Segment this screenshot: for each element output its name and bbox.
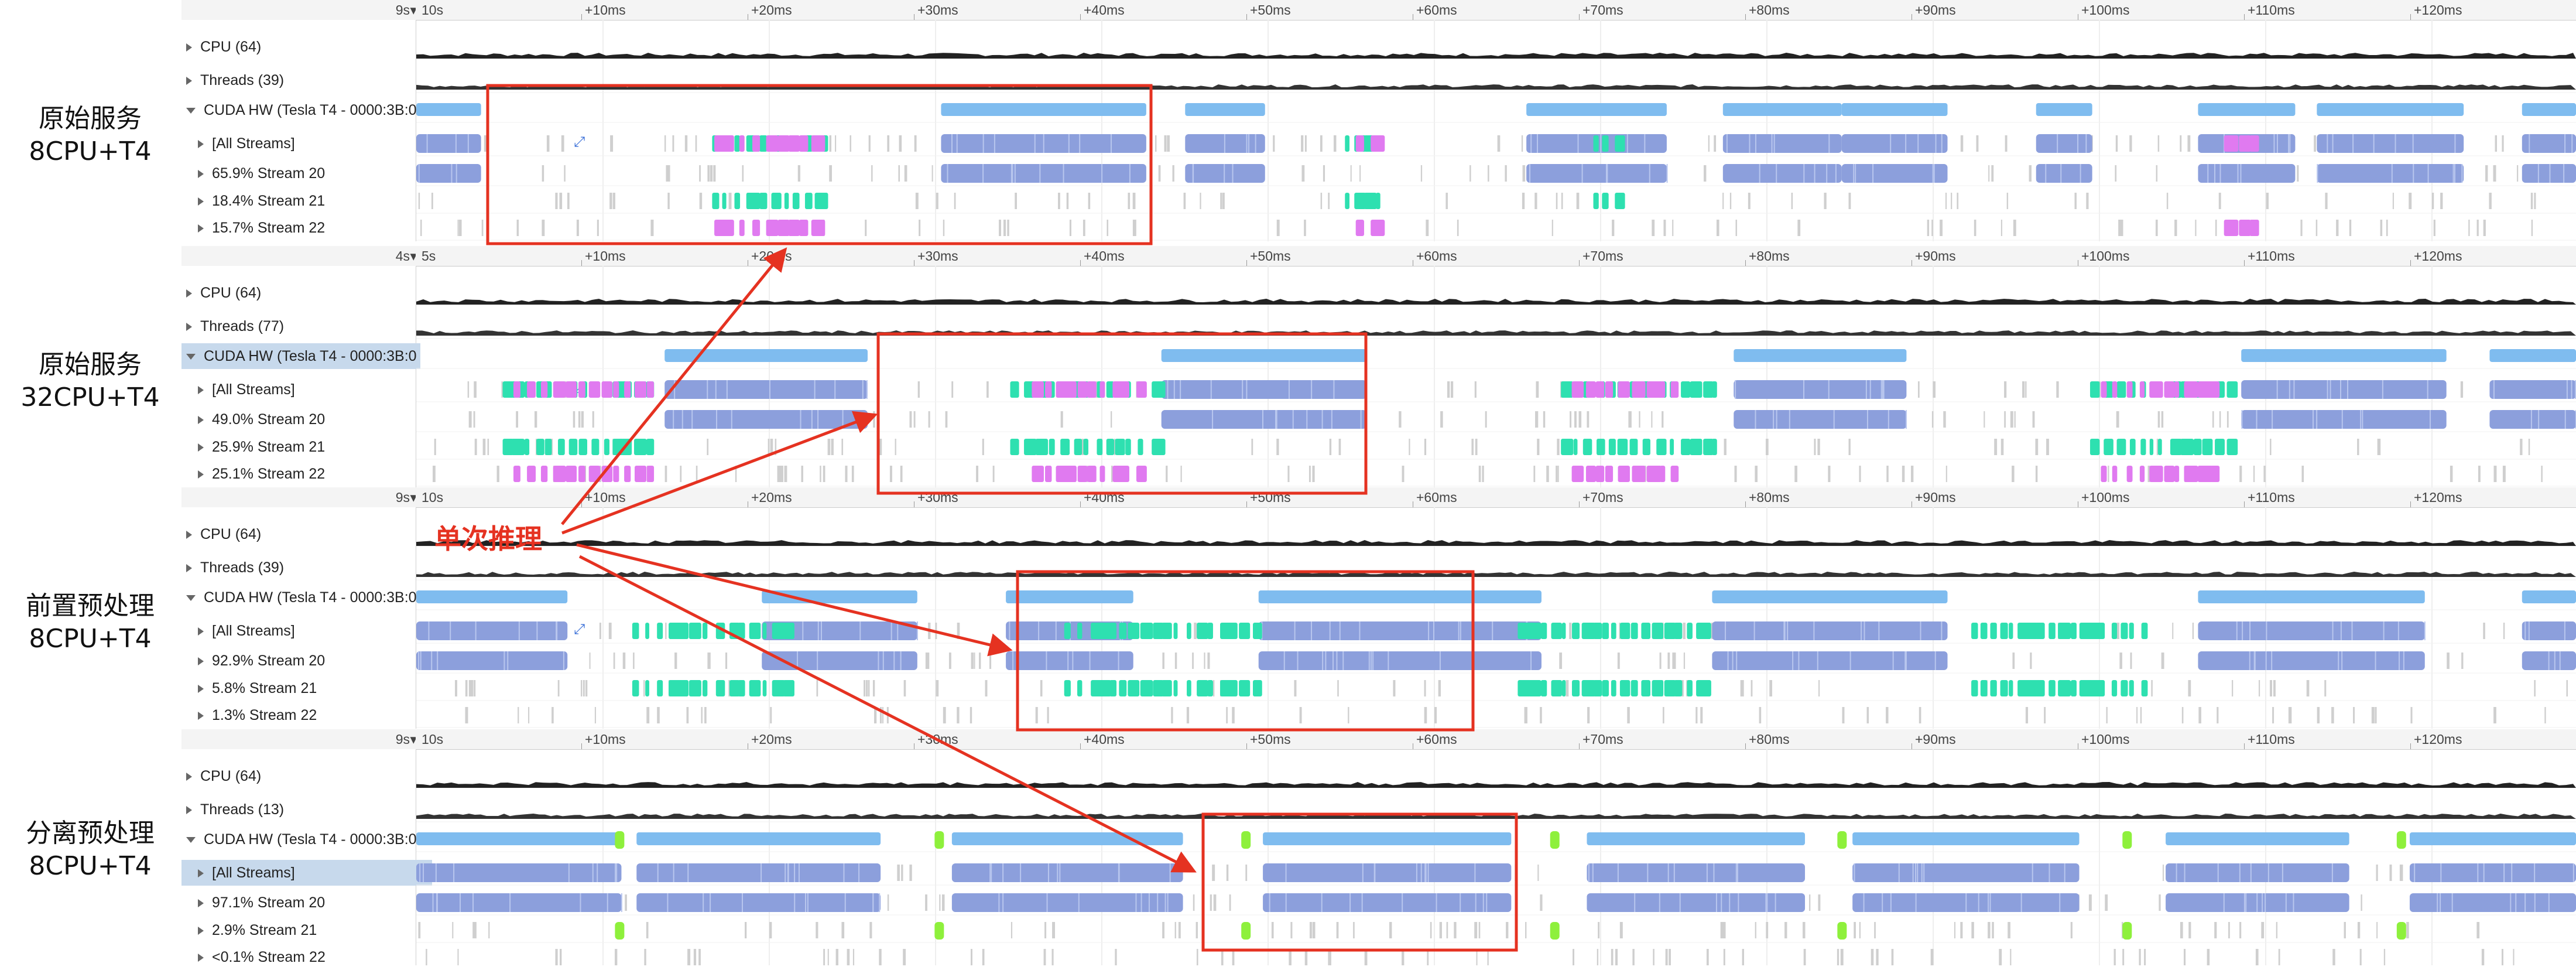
highlight-box <box>1016 570 1475 732</box>
highlight-box <box>876 332 1368 495</box>
inference-callout-label: 单次推理 <box>434 523 542 555</box>
highlight-box <box>486 84 1153 245</box>
callout-arrow <box>561 411 878 535</box>
highlight-box <box>1201 812 1518 952</box>
callout-arrow <box>578 555 1197 873</box>
callout-arrow <box>561 247 787 525</box>
callout-arrow <box>576 543 1013 657</box>
annotation-overlay <box>486 84 1518 952</box>
